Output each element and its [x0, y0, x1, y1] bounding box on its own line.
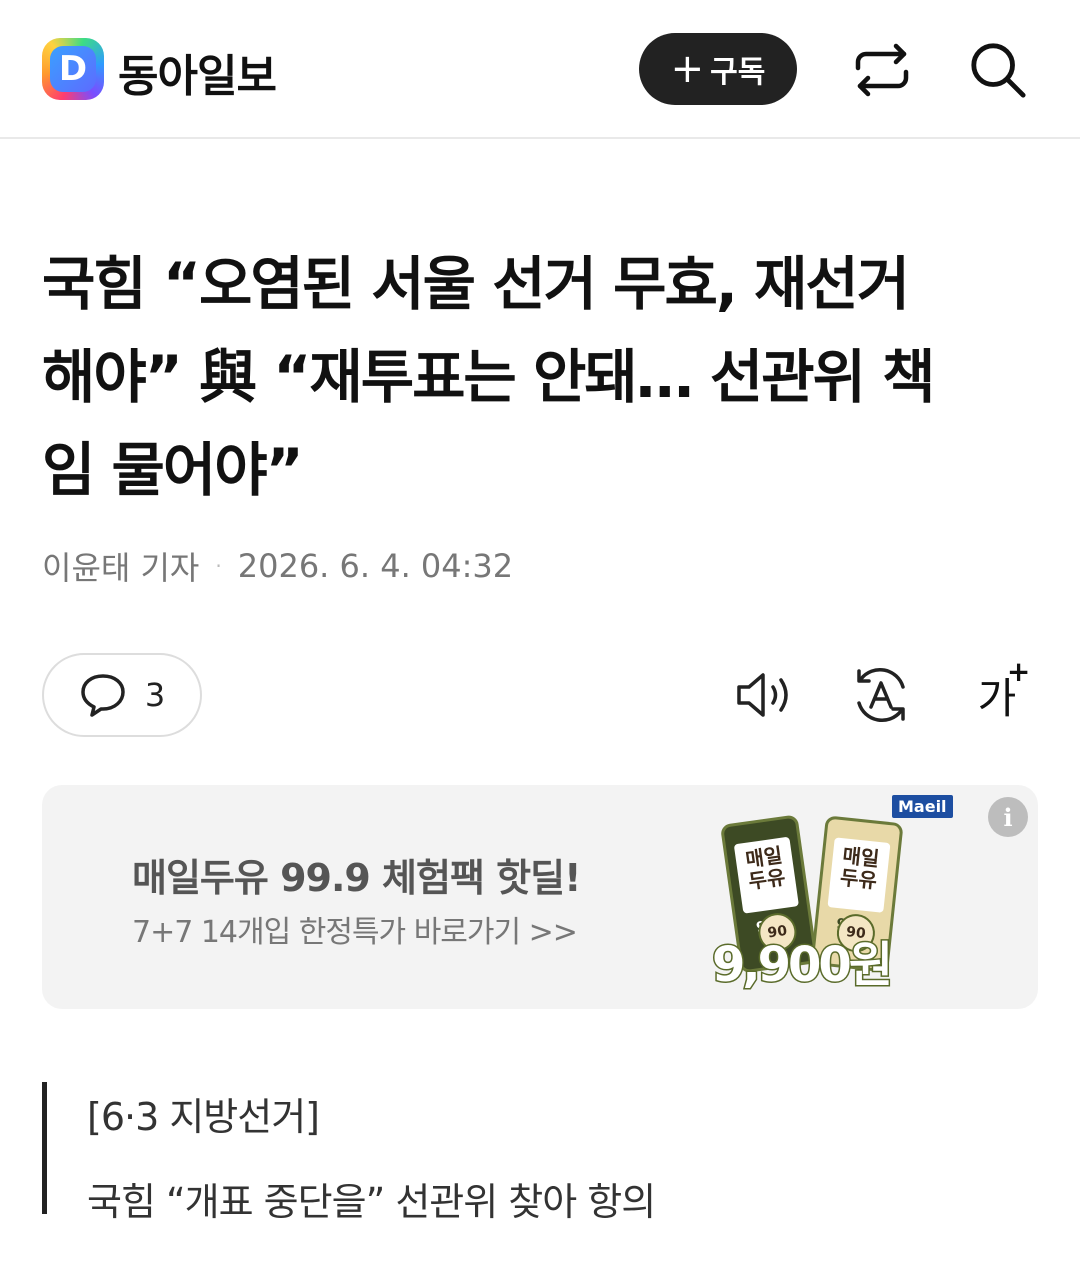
publish-datetime: 2026. 6. 4. 04:32 [237, 547, 514, 585]
author-name[interactable]: 이윤태 기자 [42, 543, 199, 589]
brand-name[interactable]: 동아일보 [118, 40, 277, 104]
headline-line: 임 물어야” [42, 436, 304, 504]
subscribe-button[interactable]: + 구독 [639, 33, 797, 105]
related-article[interactable]: [6·3 지방선거] 국힘 “개표 중단을” 선관위 찾아 항의 [42, 1082, 1032, 1224]
subscribe-label: 구독 [710, 55, 766, 90]
font-size-plus: + [1006, 654, 1031, 688]
headline-line: 해야” 與 “재투표는 안돼… 선관위 책 [42, 343, 936, 411]
byline: 이윤태 기자 · 2026. 6. 4. 04:32 [42, 543, 513, 589]
comment-count: 3 [144, 676, 166, 714]
share-icon[interactable] [852, 40, 912, 100]
comment-icon [81, 674, 125, 717]
byline-separator: · [215, 554, 222, 578]
brand-logo: Maeil [892, 795, 953, 818]
ad-price: 9,900원 [711, 936, 895, 995]
top-header: D 동아일보 + 구독 [0, 0, 1080, 139]
comment-button[interactable]: 3 [42, 653, 202, 737]
donga-logo-icon[interactable]: D [42, 38, 104, 100]
speaker-icon[interactable] [732, 662, 798, 728]
ad-subtitle[interactable]: 7+7 14개입 한정특가 바로가기 >> [132, 907, 578, 951]
plus-icon: + [670, 46, 705, 92]
related-title[interactable]: 국힘 “개표 중단을” 선관위 찾아 항의 [87, 1171, 1032, 1226]
related-tag: [6·3 지방선거] [87, 1095, 320, 1139]
font-size-icon[interactable]: 가 + [964, 655, 1031, 728]
ad-banner[interactable]: 매일두유 99.9 체험팩 핫딜! 7+7 14개입 한정특가 바로가기 >> … [42, 785, 1038, 1009]
search-icon[interactable] [968, 40, 1028, 100]
ad-info-icon[interactable]: i [988, 797, 1028, 837]
translate-icon[interactable] [848, 662, 914, 728]
headline-line: 국힘 “오염된 서울 선거 무효, 재선거 [42, 250, 910, 318]
article-headline: 국힘 “오염된 서울 선거 무효, 재선거 해야” 與 “재투표는 안돼… 선관… [42, 238, 1042, 517]
ad-title: 매일두유 99.9 체험팩 핫딜! [132, 856, 581, 900]
